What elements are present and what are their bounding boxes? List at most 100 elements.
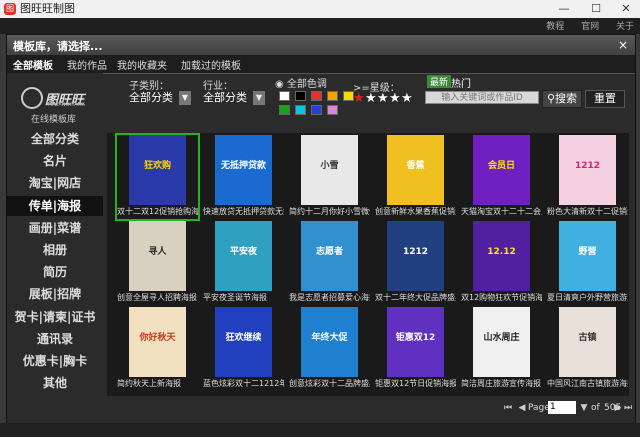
template-card[interactable]: 1212 双十二年终大促品牌盛典: [375, 221, 456, 305]
template-card[interactable]: 12.12 双12购物狂欢节促销海报: [461, 221, 542, 305]
color-swatch[interactable]: [327, 91, 338, 101]
sidebar-category-item[interactable]: 淘宝|网店: [7, 173, 103, 193]
poster-text: 野营: [578, 247, 597, 257]
tab-my-favorites[interactable]: 我的收藏夹: [117, 57, 167, 72]
sidebar-category-item[interactable]: 通讯录: [7, 329, 103, 349]
poster-text: 钜惠双12: [395, 333, 436, 343]
star-icon[interactable]: ★: [401, 92, 413, 105]
sidebar-category-item[interactable]: 简历: [7, 262, 103, 282]
template-card[interactable]: 年终大促创意炫彩双十二品牌盛典: [289, 307, 370, 391]
star-icon[interactable]: ★: [389, 92, 401, 105]
poster-text: 1212: [574, 161, 601, 171]
star-icon[interactable]: ★: [353, 92, 365, 105]
hot-tab[interactable]: 热门: [451, 75, 471, 90]
sidebar-category-item[interactable]: 全部分类: [7, 129, 103, 149]
template-card[interactable]: 1212 粉色大清新双十二促销海: [547, 135, 628, 219]
subcategory-label: 子类别：: [129, 81, 169, 92]
template-thumbnail[interactable]: 志愿者: [289, 221, 370, 291]
poster-text: 12.12: [487, 247, 516, 257]
template-thumbnail[interactable]: 香蕉: [375, 135, 456, 205]
template-thumbnail[interactable]: 山水周庄: [461, 307, 542, 377]
template-card[interactable]: 无抵押贷款 快速放贷无抵押贷款无抵: [203, 135, 284, 219]
color-swatch[interactable]: [295, 91, 306, 101]
poster-image: 无抵押贷款: [215, 135, 272, 205]
page-dropdown-icon[interactable]: ▼: [579, 402, 589, 414]
template-card[interactable]: 寻人 创意全屋寻人招聘海报: [117, 221, 198, 305]
template-thumbnail[interactable]: 野营: [547, 221, 628, 291]
website-link[interactable]: 官网: [581, 22, 599, 32]
maximize-icon[interactable]: ☐: [580, 0, 612, 18]
star-icon[interactable]: ★: [365, 92, 377, 105]
page-input[interactable]: 1: [548, 401, 576, 414]
reset-button[interactable]: 重置: [585, 90, 625, 108]
tab-all-templates[interactable]: 全部模板: [13, 57, 53, 72]
first-page-icon[interactable]: ⏮: [503, 402, 513, 414]
template-thumbnail[interactable]: 古镇: [547, 307, 628, 377]
color-swatch[interactable]: [327, 105, 338, 115]
template-card[interactable]: 平安夜 平安夜圣诞节海报: [203, 221, 284, 305]
template-thumbnail[interactable]: 12.12: [461, 221, 542, 291]
minimize-icon[interactable]: —: [548, 0, 580, 18]
template-card[interactable]: 古镇 中国风江南古镇旅游海报: [547, 307, 628, 391]
template-thumbnail[interactable]: 1212: [547, 135, 628, 205]
template-thumbnail[interactable]: 无抵押贷款: [203, 135, 284, 205]
color-swatch[interactable]: [311, 91, 322, 101]
newest-tab[interactable]: 最新: [427, 75, 452, 88]
tab-loaded-templates[interactable]: 加载过的模板: [181, 57, 241, 72]
template-card[interactable]: 会员日 天猫淘宝双十二十二会员: [461, 135, 542, 219]
template-card[interactable]: 狂欢继续蓝色炫彩双十二1212年终: [203, 307, 284, 391]
close-window-icon[interactable]: ✕: [610, 0, 640, 18]
template-thumbnail[interactable]: 钜惠双12: [375, 307, 456, 377]
template-card[interactable]: 志愿者 我是志愿者招募爱心海报: [289, 221, 370, 305]
template-caption: 双十二双12促销抢购海报: [117, 207, 198, 216]
template-card[interactable]: 山水周庄 简洁周庄旅游宣传海报: [461, 307, 542, 391]
template-caption: 创意炫彩双十二品牌盛典: [289, 379, 370, 388]
sidebar-category-item[interactable]: 传单|海报: [7, 195, 103, 216]
template-thumbnail[interactable]: 你好秋天: [117, 307, 198, 377]
template-thumbnail[interactable]: 1212: [375, 221, 456, 291]
color-swatch[interactable]: [295, 105, 306, 115]
color-swatch[interactable]: [311, 105, 322, 115]
template-card[interactable]: 狂欢购双十二双12促销抢购海报: [115, 133, 200, 221]
template-card[interactable]: 你好秋天 简约秋天上新海报: [117, 307, 198, 391]
template-card[interactable]: 野营 夏日清爽户外野营旅游海: [547, 221, 628, 305]
sidebar-category-item[interactable]: 优惠卡|胸卡: [7, 351, 103, 371]
poster-image: 会员日: [473, 135, 530, 205]
poster-image: 野营: [559, 221, 616, 291]
tutorial-link[interactable]: 教程: [546, 22, 564, 32]
template-thumbnail[interactable]: 狂欢购: [117, 135, 198, 205]
sidebar-category-item[interactable]: 名片: [7, 151, 103, 171]
prev-page-icon[interactable]: ◀: [517, 402, 527, 414]
template-thumbnail[interactable]: 年终大促: [289, 307, 370, 377]
poster-text: 年终大促: [311, 333, 348, 343]
template-card[interactable]: 香蕉 创意新鲜水果香蕉促销海: [375, 135, 456, 219]
template-thumbnail[interactable]: 平安夜: [203, 221, 284, 291]
sidebar-category-item[interactable]: 其他: [7, 373, 103, 393]
dialog-close-button[interactable]: ×: [615, 37, 631, 53]
template-card[interactable]: 小雪 简约十二月你好小雪微信: [289, 135, 370, 219]
about-link[interactable]: 关于: [616, 22, 634, 32]
last-page-icon[interactable]: ⏭: [623, 402, 633, 414]
template-caption: 双十二年终大促品牌盛典: [375, 293, 456, 302]
star-icon[interactable]: ★: [377, 92, 389, 105]
template-thumbnail[interactable]: 会员日: [461, 135, 542, 205]
template-card[interactable]: 钜惠双12 钜惠双12节日促销海报: [375, 307, 456, 391]
next-page-icon[interactable]: ▶: [613, 402, 623, 414]
template-thumbnail[interactable]: 寻人: [117, 221, 198, 291]
color-swatch[interactable]: [279, 91, 290, 101]
tab-my-works[interactable]: 我的作品: [67, 57, 107, 72]
template-thumbnail[interactable]: 狂欢继续: [203, 307, 284, 377]
template-library-dialog: 模板库，请选择... × 全部模板 我的作品 我的收藏夹 加载过的模板 图旺旺 …: [6, 34, 636, 424]
sidebar-category-item[interactable]: 展板|招牌: [7, 284, 103, 304]
subcategory-select[interactable]: 全部分类 ▼: [129, 91, 191, 105]
industry-select[interactable]: 全部分类 ▼: [203, 91, 265, 105]
search-button[interactable]: ⚲搜索: [542, 90, 582, 108]
tone-radio[interactable]: ◉ 全部色调: [275, 75, 327, 90]
sidebar-category-item[interactable]: 画册|菜谱: [7, 218, 103, 238]
search-input[interactable]: 输入关键词或作品ID: [425, 91, 539, 104]
sidebar-category-item[interactable]: 相册: [7, 240, 103, 260]
background-status-strip: [0, 423, 640, 437]
template-thumbnail[interactable]: 小雪: [289, 135, 370, 205]
color-swatch[interactable]: [279, 105, 290, 115]
sidebar-category-item[interactable]: 贺卡|请柬|证书: [7, 307, 103, 327]
